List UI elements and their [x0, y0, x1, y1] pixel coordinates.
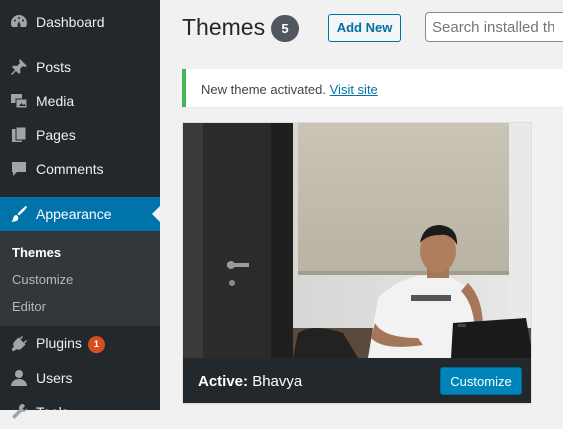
sidebar-item-tools[interactable]: Tools [0, 395, 160, 429]
pushpin-icon [9, 57, 29, 77]
sidebar-item-comments[interactable]: Comments [0, 152, 160, 186]
sidebar-item-label: Users [36, 370, 73, 386]
sidebar-item-posts[interactable]: Posts [0, 50, 160, 84]
dashboard-icon [9, 12, 29, 32]
sidebar-item-dashboard[interactable]: Dashboard [0, 5, 160, 39]
theme-name: Active: Bhavya [198, 373, 302, 390]
notice-message: New theme activated. [201, 82, 330, 97]
sidebar-item-label: Pages [36, 127, 76, 143]
sidebar-item-plugins[interactable]: Plugins 1 [0, 327, 160, 361]
theme-activated-notice: New theme activated. Visit site [182, 69, 563, 107]
sidebar-item-label: Posts [36, 59, 72, 75]
active-menu-arrow [152, 206, 160, 222]
active-theme-card[interactable]: Active: Bhavya Customize [182, 122, 532, 404]
customize-button[interactable]: Customize [440, 367, 522, 395]
pages-icon [9, 125, 29, 145]
submenu-item-themes[interactable]: Themes [12, 245, 61, 260]
sidebar-item-label: Media [36, 93, 75, 109]
tools-icon [9, 402, 29, 422]
submenu-item-editor[interactable]: Editor [12, 299, 46, 314]
users-icon [9, 368, 29, 388]
sidebar-item-label: Comments [36, 161, 104, 177]
plugin-icon [9, 334, 29, 354]
add-new-button[interactable]: Add New [328, 14, 401, 42]
search-themes-input[interactable] [425, 12, 563, 42]
page-title: Themes [182, 14, 266, 40]
appearance-submenu: Themes Customize Editor [0, 231, 160, 326]
submenu-item-customize[interactable]: Customize [12, 272, 73, 287]
paintbrush-icon [9, 204, 29, 224]
theme-count-badge: 5 [271, 15, 299, 42]
theme-actions-bar: Active: Bhavya Customize [183, 358, 531, 403]
sidebar-item-label: Plugins 1 [36, 335, 105, 353]
sidebar-item-pages[interactable]: Pages [0, 118, 160, 152]
comment-icon [9, 159, 29, 179]
visit-site-link[interactable]: Visit site [330, 82, 378, 97]
plugin-update-count-badge: 1 [87, 335, 105, 353]
notice-text: New theme activated. Visit site [201, 82, 378, 97]
sidebar-item-users[interactable]: Users [0, 361, 160, 395]
media-icon [9, 91, 29, 111]
admin-sidebar: Dashboard Posts Media Pages Comments App… [0, 0, 160, 420]
sidebar-item-label: Tools [36, 404, 69, 420]
sidebar-item-appearance[interactable]: Appearance [0, 197, 160, 231]
active-theme-name: Bhavya [252, 373, 303, 390]
active-label: Active: [198, 373, 249, 390]
sidebar-item-label: Dashboard [36, 14, 105, 30]
theme-screenshot[interactable] [183, 123, 531, 358]
sidebar-item-media[interactable]: Media [0, 84, 160, 118]
sidebar-item-label: Appearance [36, 206, 112, 222]
plugins-label: Plugins [36, 335, 82, 352]
